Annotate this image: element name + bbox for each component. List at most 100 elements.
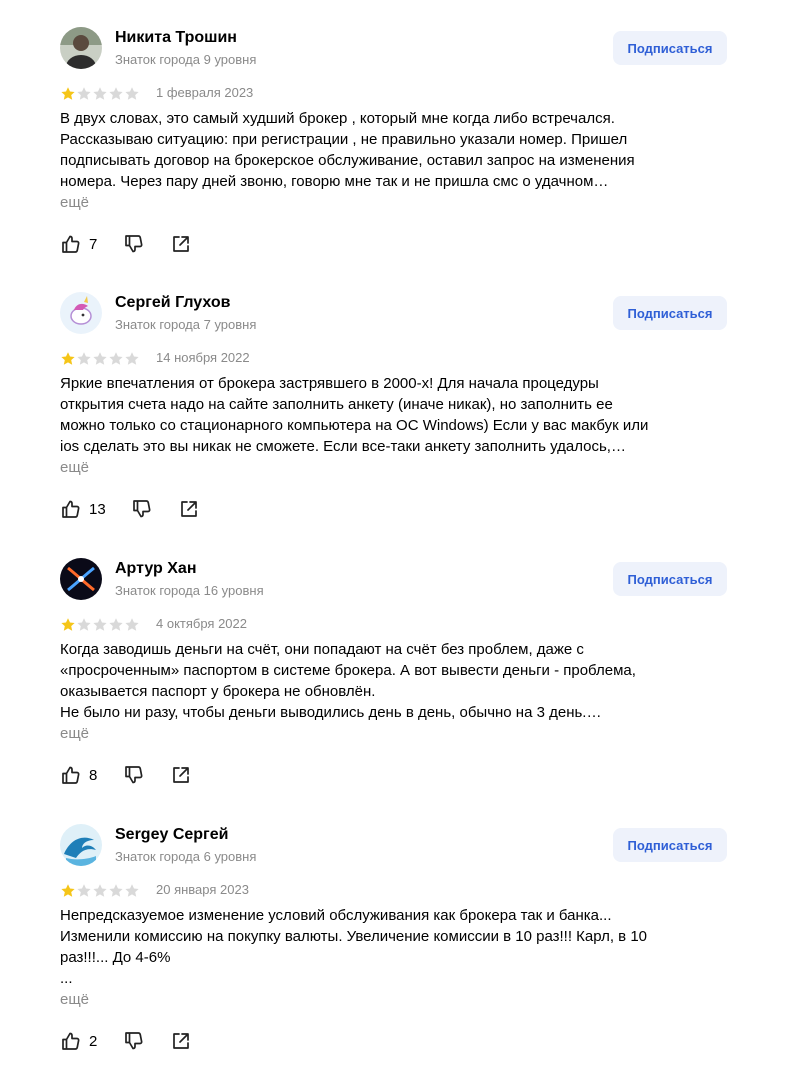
review-text: Яркие впечатления от брокера застрявшего… (60, 373, 760, 478)
avatar[interactable] (60, 558, 102, 600)
review-text-line: ios сделать это вы никак не сможете. Есл… (60, 438, 626, 455)
subscribe-button[interactable]: Подписаться (613, 296, 727, 330)
review-card: Сергей Глухов Знаток города 7 уровня Под… (0, 265, 794, 530)
wave-avatar-icon (60, 824, 102, 866)
star-filled-icon (60, 617, 76, 633)
share-icon (173, 1033, 189, 1049)
author-name[interactable]: Sergey Сергей (115, 826, 228, 844)
subscribe-button[interactable]: Подписаться (613, 31, 727, 65)
review-text-line: Не было ни разу, чтобы деньги выводились… (60, 704, 602, 721)
review-text-line: Рассказываю ситуацию: при регистрации , … (60, 131, 628, 148)
review-text: Непредсказуемое изменение условий обслуж… (60, 905, 760, 1010)
avatar[interactable] (60, 824, 102, 866)
review-card: Артур Хан Знаток города 16 уровня Подпис… (0, 531, 794, 796)
star-empty-icon (108, 86, 124, 102)
review-date: 4 октября 2022 (156, 616, 247, 631)
star-rating (60, 883, 140, 899)
author-level: Знаток города 16 уровня (115, 583, 264, 598)
more-link[interactable]: ещё (60, 723, 760, 744)
author-level: Знаток города 6 уровня (115, 849, 257, 864)
star-empty-icon (124, 86, 140, 102)
star-rating (60, 617, 140, 633)
star-empty-icon (76, 883, 92, 899)
star-empty-icon (92, 883, 108, 899)
dislike-button[interactable] (123, 764, 145, 786)
review-text-line: ... (60, 970, 73, 987)
dislike-button[interactable] (123, 233, 145, 255)
review-text-line: В двух словах, это самый худший брокер ,… (60, 110, 615, 127)
more-link[interactable]: ещё (60, 989, 760, 1010)
avatar[interactable] (60, 292, 102, 334)
like-button[interactable]: 2 (60, 1030, 97, 1052)
review-text: Когда заводишь деньги на счёт, они попад… (60, 639, 760, 744)
review-text-line: подписывать договор на брокерское обслуж… (60, 152, 635, 169)
like-button[interactable]: 7 (60, 233, 97, 255)
review-text-line: номера. Через пару дней звоню, говорю мн… (60, 173, 609, 190)
share-button[interactable] (178, 498, 200, 520)
star-empty-icon (124, 617, 140, 633)
author-level: Знаток города 9 уровня (115, 52, 257, 67)
dislike-button[interactable] (131, 498, 153, 520)
review-text-line: Когда заводишь деньги на счёт, они попад… (60, 641, 584, 658)
author-name[interactable]: Никита Трошин (115, 29, 237, 47)
review-text-line: Изменили комиссию на покупку валюты. Уве… (60, 928, 647, 945)
review-card: Sergey Сергей Знаток города 6 уровня Под… (0, 797, 794, 1062)
review-date: 20 января 2023 (156, 882, 249, 897)
thumbs-down-icon (125, 235, 143, 253)
like-count: 2 (89, 1032, 98, 1050)
avatar[interactable] (60, 27, 102, 69)
share-button[interactable] (170, 233, 192, 255)
subscribe-button[interactable]: Подписаться (613, 562, 727, 596)
author-name[interactable]: Артур Хан (115, 560, 197, 578)
star-filled-icon (60, 351, 76, 367)
dislike-button[interactable] (123, 1030, 145, 1052)
thumbs-down-icon (133, 500, 151, 518)
star-empty-icon (76, 617, 92, 633)
star-empty-icon (124, 883, 140, 899)
like-count: 7 (89, 235, 98, 253)
person-photo-avatar-icon (60, 27, 102, 69)
review-text-line: Яркие впечатления от брокера застрявшего… (60, 375, 599, 392)
subscribe-button[interactable]: Подписаться (613, 828, 727, 862)
share-icon (173, 767, 189, 783)
more-link[interactable]: ещё (60, 192, 760, 213)
thumbs-down-icon (125, 766, 143, 784)
review-text-line: оказывается паспорт у брокера не обновлё… (60, 683, 376, 700)
thumbs-down-icon (125, 1032, 143, 1050)
like-count: 8 (89, 766, 98, 784)
star-empty-icon (92, 351, 108, 367)
review-date: 14 ноября 2022 (156, 350, 250, 365)
thumbs-up-icon (62, 235, 80, 253)
like-button[interactable]: 8 (60, 764, 97, 786)
star-rating (60, 86, 140, 102)
author-name[interactable]: Сергей Глухов (115, 294, 231, 312)
review-date: 1 февраля 2023 (156, 85, 254, 100)
review-text: В двух словах, это самый худший брокер ,… (60, 108, 760, 213)
star-empty-icon (108, 883, 124, 899)
star-filled-icon (60, 86, 76, 102)
more-link[interactable]: ещё (60, 457, 760, 478)
review-text-line: открытия счета надо на сайте заполнить а… (60, 396, 613, 413)
review-text-line: можно только со стационарного компьютера… (60, 417, 649, 434)
unicorn-avatar-icon (60, 292, 102, 334)
star-empty-icon (92, 86, 108, 102)
share-icon (181, 501, 197, 517)
star-empty-icon (124, 351, 140, 367)
neon-x-avatar-icon (60, 558, 102, 600)
star-rating (60, 351, 140, 367)
like-button[interactable]: 13 (60, 498, 106, 520)
thumbs-up-icon (62, 766, 80, 784)
star-empty-icon (76, 351, 92, 367)
share-icon (173, 236, 189, 252)
thumbs-up-icon (62, 1032, 80, 1050)
review-text-line: раз!!!... До 4-6% (60, 949, 171, 966)
like-count: 13 (89, 500, 106, 518)
review-text-line: Непредсказуемое изменение условий обслуж… (60, 907, 612, 924)
thumbs-up-icon (62, 500, 80, 518)
share-button[interactable] (170, 764, 192, 786)
share-button[interactable] (170, 1030, 192, 1052)
star-empty-icon (108, 351, 124, 367)
star-filled-icon (60, 883, 76, 899)
review-text-line: «просроченным» паспортом в системе броке… (60, 662, 636, 679)
author-level: Знаток города 7 уровня (115, 317, 257, 332)
